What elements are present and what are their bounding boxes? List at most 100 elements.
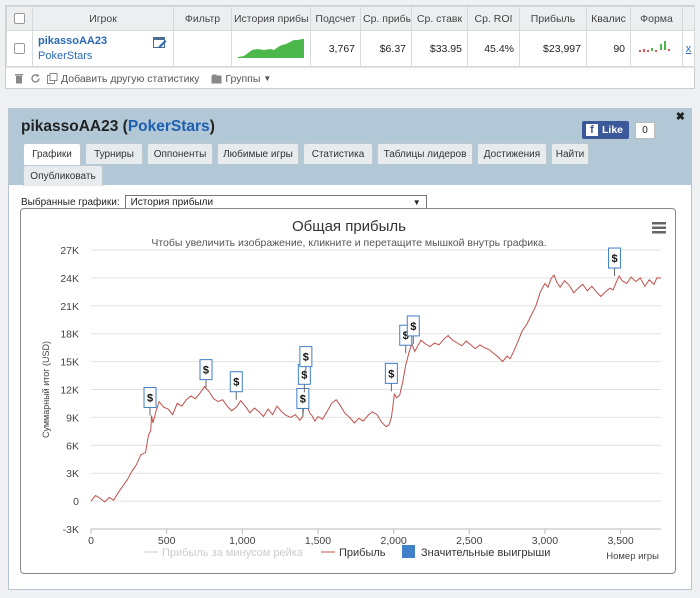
x-tick-label: 1,000	[229, 535, 255, 547]
col-form[interactable]: Форма	[630, 6, 683, 31]
col-player[interactable]: Игрок	[32, 6, 174, 31]
avg-stake-value: $33.95	[411, 30, 468, 67]
trash-icon[interactable]	[14, 73, 24, 84]
win-flag-label: $	[233, 377, 239, 389]
chart-select-value: История прибыли	[130, 196, 214, 208]
y-tick-label: 9K	[66, 412, 79, 424]
x-tick-label: 3,500	[607, 535, 633, 547]
y-tick-label: 6K	[66, 440, 79, 452]
x-tick-label: 1,500	[305, 535, 331, 547]
tab-statistics[interactable]: Статистика	[303, 143, 373, 164]
facebook-like: f Like 0	[581, 121, 655, 139]
panel-title: pikassoAA23 (PokerStars)	[21, 118, 215, 135]
refresh-icon[interactable]	[30, 73, 41, 84]
chart-select[interactable]: История прибыли ▼	[124, 195, 427, 209]
tab-favorite-games[interactable]: Любимые игры	[217, 143, 299, 164]
col-avg-profit[interactable]: Ср. прибы	[360, 6, 412, 31]
win-flag-label: $	[203, 365, 209, 377]
tab-search[interactable]: Найти	[551, 143, 589, 164]
count-value: 3,767	[310, 30, 361, 67]
avg-profit-value: $6.37	[360, 30, 412, 67]
groups-dropdown[interactable]: Группы ▼	[211, 73, 271, 85]
stats-table: Игрок Фильтр История прибы Подсчет Ср. п…	[6, 6, 695, 67]
y-tick-label: 3K	[66, 468, 79, 480]
legend-item-big-wins: Значительные выигрыши	[421, 547, 550, 559]
y-tick-label: 27K	[60, 245, 79, 257]
copy-icon	[47, 73, 58, 84]
profit-history-sparkline	[231, 30, 311, 67]
y-axis-label: Суммарный итог (USD)	[41, 341, 51, 438]
player-cell: pikassoAA23 PokerStars	[32, 30, 174, 67]
stats-toolbar: Добавить другую статистику Группы ▼	[6, 67, 694, 89]
win-flag-label: $	[301, 369, 307, 381]
tab-leaderboards[interactable]: Таблицы лидеров	[377, 143, 473, 164]
chart-title: Общая прибыль	[292, 218, 406, 235]
stats-panel: Игрок Фильтр История прибы Подсчет Ср. п…	[5, 5, 695, 89]
fb-like-count: 0	[635, 121, 655, 139]
player-panel: pikassoAA23 (PokerStars) ✖ f Like 0 Графи…	[8, 108, 692, 590]
y-tick-label: 24K	[60, 273, 79, 285]
chart-select-row: Выбранные графики: История прибыли ▼	[21, 195, 427, 209]
profit-value: $23,997	[519, 30, 587, 67]
row-checkbox[interactable]	[6, 30, 33, 67]
col-avg-stake[interactable]: Ср. ставк	[411, 6, 468, 31]
win-flag-label: $	[300, 393, 306, 405]
player-name-link[interactable]: pikassoAA23	[38, 35, 168, 47]
facebook-icon: f	[585, 124, 598, 136]
col-filter[interactable]: Фильтр	[173, 6, 232, 31]
x-tick-label: 2,500	[456, 535, 482, 547]
fb-like-button[interactable]: f Like	[581, 121, 629, 139]
panel-site-link[interactable]: PokerStars	[128, 118, 210, 135]
chart-select-label: Выбранные графики:	[21, 196, 120, 208]
chevron-down-icon: ▼	[263, 74, 272, 83]
y-tick-label: 12K	[60, 385, 79, 397]
tab-tournaments[interactable]: Турниры	[85, 143, 143, 164]
stats-header-row: Игрок Фильтр История прибы Подсчет Ср. п…	[6, 6, 695, 31]
tab-publish[interactable]: Опубликовать	[23, 165, 103, 186]
y-tick-label: 15K	[60, 357, 79, 369]
col-count[interactable]: Подсчет	[310, 6, 361, 31]
chevron-down-icon: ▼	[412, 197, 421, 207]
x-tick-label: 500	[158, 535, 176, 547]
col-profit-history[interactable]: История прибы	[231, 6, 311, 31]
win-flag-label: $	[611, 253, 617, 265]
x-tick-label: 3,000	[532, 535, 558, 547]
add-stats-label: Добавить другую статистику	[61, 72, 200, 85]
form-sparkline	[630, 30, 683, 67]
win-flag-label: $	[388, 368, 394, 380]
fb-like-label: Like	[601, 124, 623, 136]
legend-item-no-rake: Прибыль за минусом рейка	[162, 547, 304, 559]
tab-charts[interactable]: Графики	[23, 143, 81, 165]
x-axis-label: Номер игры	[606, 551, 659, 562]
edit-icon[interactable]	[153, 37, 167, 49]
select-all-checkbox[interactable]	[6, 6, 33, 31]
panel-header: pikassoAA23 (PokerStars) ✖ f Like 0 Графи…	[9, 109, 691, 186]
panel-player-name: pikassoAA23	[21, 118, 119, 135]
col-spacer	[682, 6, 695, 31]
y-tick-label: 0	[73, 496, 79, 508]
y-tick-label: -3K	[63, 524, 79, 536]
add-stats-button[interactable]: Добавить другую статистику	[47, 73, 199, 85]
folder-icon	[211, 74, 222, 83]
chart-subtitle: Чтобы увеличить изображение, кликните и …	[151, 237, 546, 249]
profit-series-line	[90, 274, 661, 503]
tab-achievements[interactable]: Достижения	[477, 143, 547, 164]
x-tick-label: 0	[88, 535, 94, 547]
groups-label: Группы	[225, 72, 261, 85]
menu-icon[interactable]	[652, 222, 666, 234]
profit-chart[interactable]: Общая прибыль Чтобы увеличить изображение…	[21, 209, 677, 575]
y-tick-label: 18K	[60, 329, 79, 341]
legend-item-profit: Прибыль	[339, 547, 386, 559]
quali-value: 90	[586, 30, 631, 67]
chart-container[interactable]: Общая прибыль Чтобы увеличить изображение…	[20, 208, 676, 574]
col-avg-roi[interactable]: Ср. ROI	[467, 6, 520, 31]
remove-row-link[interactable]: x	[682, 30, 695, 67]
y-tick-label: 21K	[60, 301, 79, 313]
col-profit[interactable]: Прибыль	[519, 6, 587, 31]
filter-cell[interactable]	[173, 30, 232, 67]
table-row: pikassoAA23 PokerStars 3,767 $6.37 $33.9…	[6, 30, 695, 67]
player-site-link[interactable]: PokerStars	[38, 50, 168, 62]
close-icon[interactable]: ✖	[676, 110, 685, 123]
col-quali[interactable]: Квалис	[586, 6, 631, 31]
tab-opponents[interactable]: Оппоненты	[147, 143, 213, 164]
